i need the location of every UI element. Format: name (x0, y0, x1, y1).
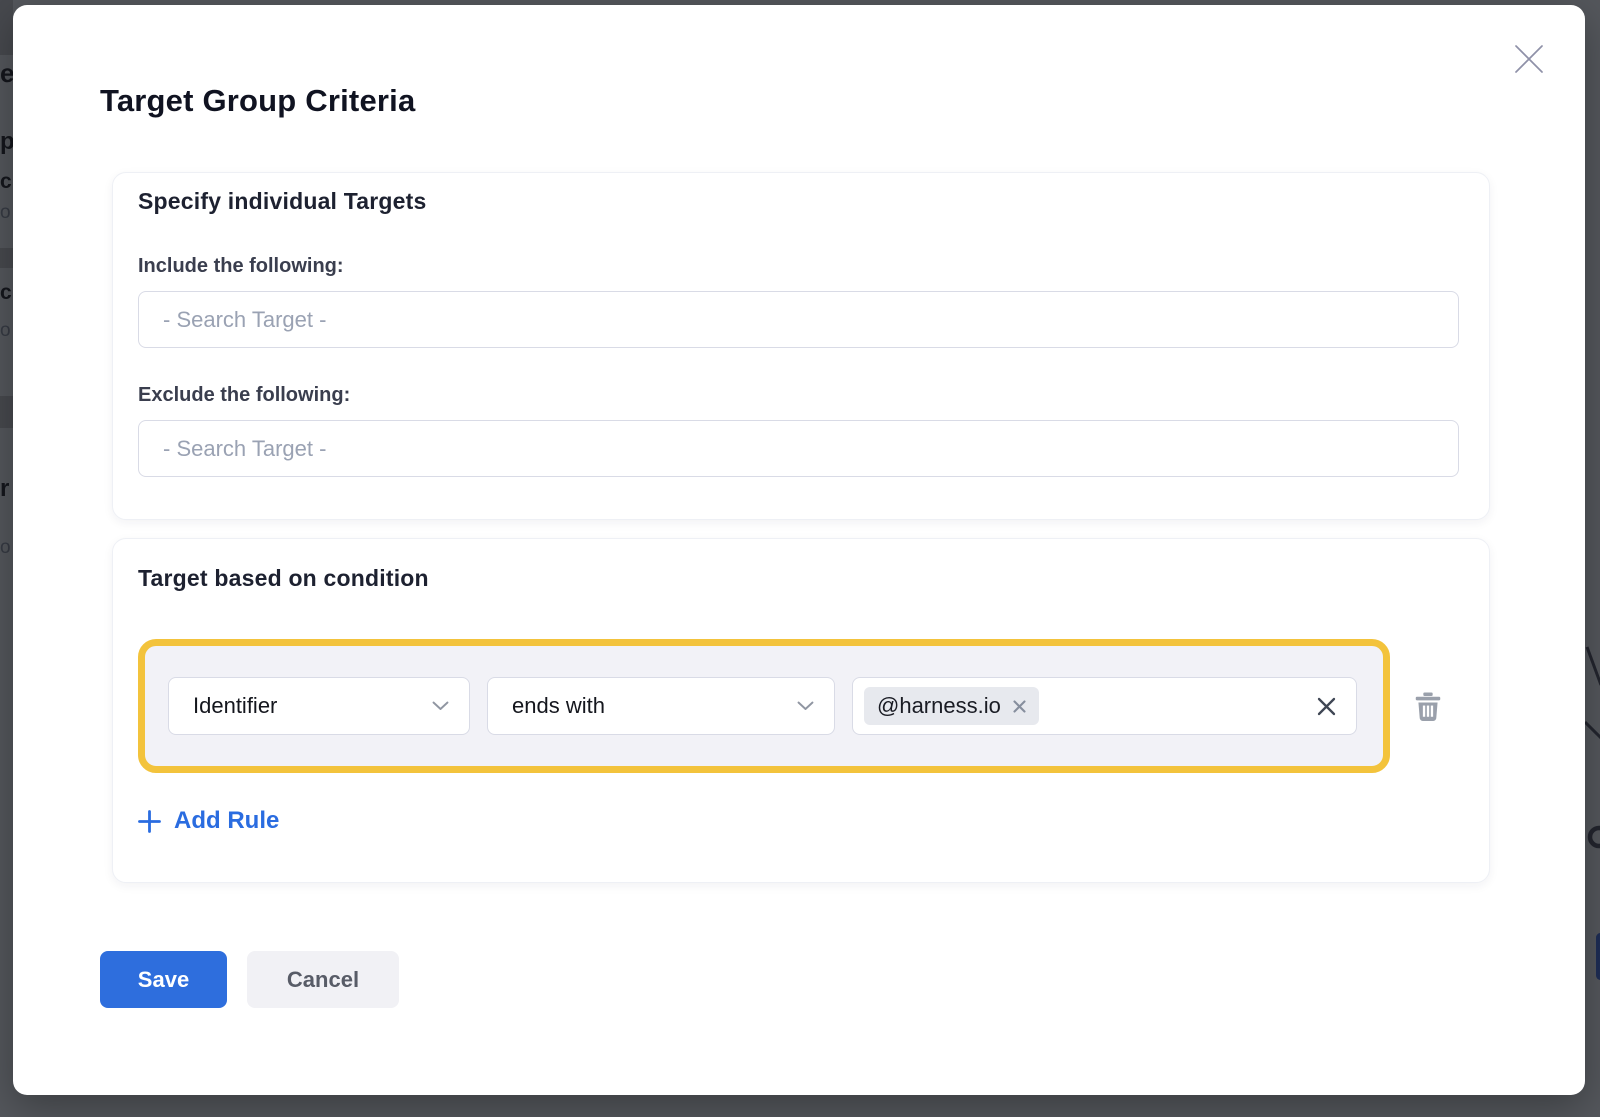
operator-select[interactable]: ends with (487, 677, 835, 735)
values-tag-input[interactable]: @harness.io (852, 677, 1357, 735)
attribute-select-value: Identifier (193, 693, 277, 719)
condition-heading: Target based on condition (138, 565, 429, 592)
save-button[interactable]: Save (100, 951, 227, 1008)
condition-rule-row: Identifier ends with @harness.io (138, 639, 1390, 773)
attribute-select[interactable]: Identifier (168, 677, 470, 735)
add-rule-button[interactable]: Add Rule (138, 807, 279, 835)
backdrop-left-strip: er pe cl o cl o r o (0, 0, 13, 1117)
modal-title: Target Group Criteria (100, 83, 415, 119)
backdrop-band (0, 0, 13, 55)
backdrop-text-fragment: pe (0, 128, 13, 156)
condition-card: Target based on condition Identifier end… (112, 538, 1490, 883)
target-group-criteria-modal: Target Group Criteria Specify individual… (13, 5, 1585, 1095)
rule-wrap: Identifier ends with @harness.io (138, 639, 1442, 773)
backdrop-text-fragment: o (0, 537, 11, 559)
exclude-label: Exclude the following: (138, 384, 350, 407)
backdrop-text-fragment: er (0, 58, 13, 89)
operator-select-value: ends with (512, 693, 605, 719)
backdrop-text-fragment: o (0, 320, 11, 342)
remove-value-icon[interactable] (1013, 700, 1026, 713)
backdrop-text-fragment: o (0, 202, 11, 224)
individual-targets-heading: Specify individual Targets (138, 188, 427, 215)
include-target-input[interactable] (138, 291, 1459, 348)
add-rule-label: Add Rule (174, 807, 279, 835)
close-icon (1514, 44, 1544, 74)
individual-targets-card: Specify individual Targets Include the f… (112, 172, 1490, 520)
value-chip-label: @harness.io (877, 693, 1001, 719)
delete-rule-button[interactable] (1414, 691, 1442, 722)
backdrop-band (0, 396, 13, 428)
value-chip: @harness.io (864, 687, 1039, 725)
chevron-down-icon (797, 701, 814, 711)
backdrop-text-fragment: r (0, 475, 9, 503)
backdrop-text-fragment: cl (0, 170, 13, 194)
backdrop-diagram-fragment (1585, 550, 1600, 1117)
backdrop-text-fragment: cl (0, 281, 13, 305)
backdrop-band (0, 248, 13, 268)
include-label: Include the following: (138, 255, 344, 278)
clear-values-icon[interactable] (1317, 697, 1336, 716)
cancel-button[interactable]: Cancel (247, 951, 399, 1008)
close-button[interactable] (1513, 43, 1545, 75)
exclude-target-input[interactable] (138, 420, 1459, 477)
trash-icon (1414, 691, 1442, 722)
plus-icon (138, 810, 161, 833)
chevron-down-icon (432, 701, 449, 711)
